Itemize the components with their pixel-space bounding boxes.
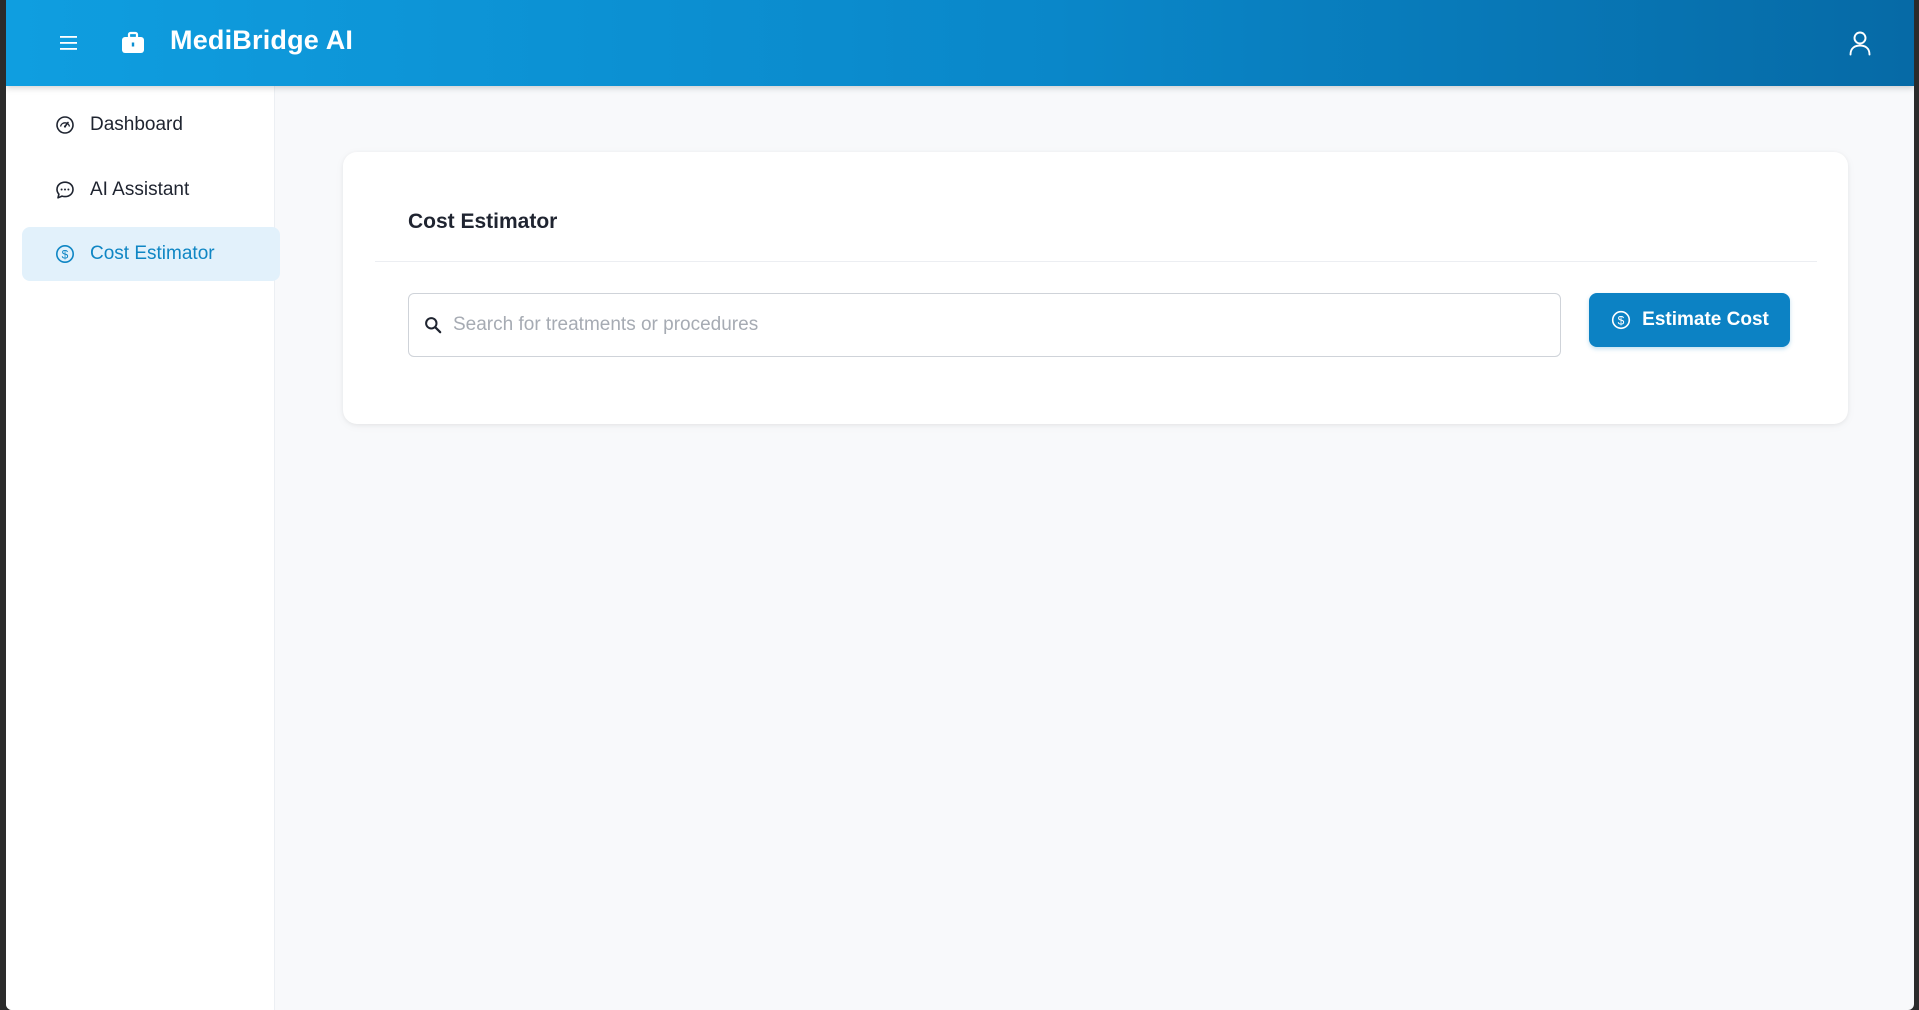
sidebar-item-label: Dashboard	[90, 114, 183, 135]
svg-text:$: $	[1618, 313, 1625, 327]
app-title: MediBridge AI	[170, 25, 354, 55]
user-profile-icon	[1849, 31, 1871, 56]
divider	[375, 261, 1817, 262]
search-icon	[423, 315, 443, 335]
dollar-circle-icon: $	[1610, 309, 1632, 331]
sidebar: Dashboard AI Assistant $ Cost Estimator	[6, 86, 280, 1010]
chat-bubble-icon	[54, 179, 76, 201]
estimate-cost-label: Estimate Cost	[1642, 309, 1769, 330]
dollar-circle-icon: $	[54, 243, 76, 265]
medical-kit-icon	[118, 28, 148, 58]
search-field[interactable]	[408, 293, 1561, 357]
svg-text:$: $	[62, 247, 69, 261]
menu-button[interactable]	[50, 24, 88, 62]
search-input[interactable]	[451, 304, 1560, 346]
cost-estimator-card: Cost Estimator $ Estim	[343, 152, 1848, 424]
card-title: Cost Estimator	[408, 210, 558, 233]
sidebar-item-dashboard[interactable]: Dashboard	[22, 98, 280, 152]
sidebar-item-label: Cost Estimator	[90, 243, 215, 264]
sidebar-item-label: AI Assistant	[90, 179, 190, 200]
gauge-icon	[54, 114, 76, 136]
estimate-cost-button[interactable]: $ Estimate Cost	[1589, 293, 1790, 347]
app-window: MediBridge AI Dashboard AI Assistant $ Cost…	[6, 0, 1914, 1010]
user-profile-button[interactable]	[1840, 23, 1880, 63]
hamburger-menu-icon	[60, 36, 77, 50]
top-app-bar: MediBridge AI	[6, 0, 1914, 86]
sidebar-item-ai-assistant[interactable]: AI Assistant	[22, 163, 280, 217]
sidebar-item-cost-estimator[interactable]: $ Cost Estimator	[22, 227, 280, 281]
